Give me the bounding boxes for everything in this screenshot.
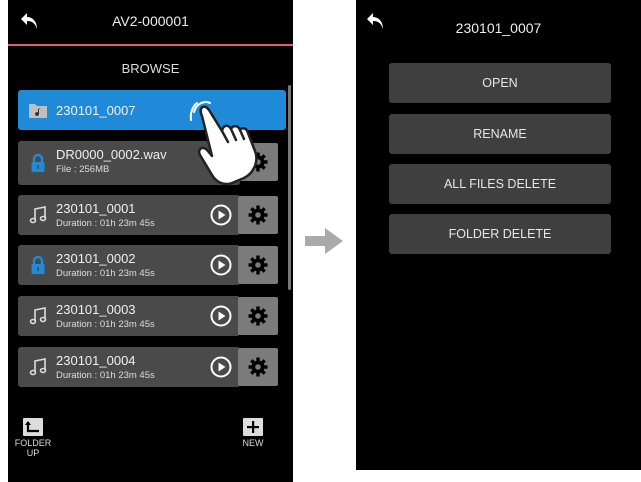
lock-icon [31, 153, 45, 172]
folder-delete-button[interactable]: FOLDER DELETE [389, 214, 611, 254]
item-name: 230101_0007 [56, 103, 136, 118]
music-note-icon [29, 206, 47, 224]
music-note-icon [29, 307, 47, 325]
gear-icon [248, 306, 268, 326]
item-detail: Duration : 01h 23m 45s [56, 370, 155, 381]
lock-icon [31, 255, 45, 274]
list-item-folder[interactable]: 230101_0004 Duration : 01h 23m 45s [18, 347, 240, 387]
item-detail: Duration : 01h 23m 45s [56, 268, 155, 279]
folder-up-icon [23, 418, 43, 436]
play-icon[interactable] [210, 204, 232, 226]
rename-button[interactable]: RENAME [389, 114, 611, 154]
section-title: BROWSE [121, 61, 180, 76]
arrow-right-icon [305, 228, 343, 254]
folder-up-button[interactable]: FOLDER UP [8, 418, 58, 458]
play-icon[interactable] [210, 356, 232, 378]
all-files-delete-button[interactable]: ALL FILES DELETE [389, 164, 611, 204]
item-detail: Duration : 01h 23m 45s [56, 319, 155, 330]
item-settings-button[interactable] [238, 196, 278, 234]
list-item-folder[interactable]: 230101_0001 Duration : 01h 23m 45s [18, 195, 240, 235]
music-folder-icon [29, 104, 47, 118]
new-button[interactable]: NEW [233, 418, 273, 448]
browse-screen: AV2-000001 BROWSE 230101_0007 DR0000_000… [8, 0, 293, 482]
list-item-folder[interactable]: 230101_0003 Duration : 01h 23m 45s [18, 296, 240, 336]
item-name: 230101_0001 [56, 201, 136, 216]
gear-icon [248, 205, 268, 225]
play-icon[interactable] [210, 254, 232, 276]
item-settings-button[interactable] [238, 348, 278, 386]
new-label: NEW [242, 438, 264, 448]
pointing-hand-icon [189, 101, 258, 186]
scrollbar[interactable] [288, 85, 291, 290]
item-detail: File : 256MB [56, 164, 110, 175]
item-name: 230101_0003 [56, 302, 136, 317]
item-name: 230101_0002 [56, 251, 136, 266]
gear-icon [248, 255, 268, 275]
header-divider [8, 44, 293, 46]
gear-icon [248, 357, 268, 377]
item-detail: Duration : 01h 23m 45s [56, 218, 155, 229]
folder-up-label: FOLDER UP [14, 438, 52, 458]
screen-title: AV2-000001 [112, 13, 189, 29]
item-settings-button[interactable] [238, 246, 278, 284]
music-note-icon [29, 358, 47, 376]
item-name: 230101_0004 [56, 353, 136, 368]
open-button[interactable]: OPEN [389, 63, 611, 103]
item-name: DR0000_0002.wav [56, 147, 167, 162]
item-settings-button[interactable] [238, 297, 278, 335]
menu-header: 230101_0007 [356, 0, 641, 44]
plus-icon [243, 418, 263, 436]
folder-menu-screen: 230101_0007 OPEN RENAME ALL FILES DELETE… [356, 0, 641, 470]
browse-header: AV2-000001 [8, 0, 293, 44]
play-icon[interactable] [210, 305, 232, 327]
list-item-folder[interactable]: 230101_0002 Duration : 01h 23m 45s [18, 245, 240, 285]
screen-title: 230101_0007 [455, 20, 542, 36]
